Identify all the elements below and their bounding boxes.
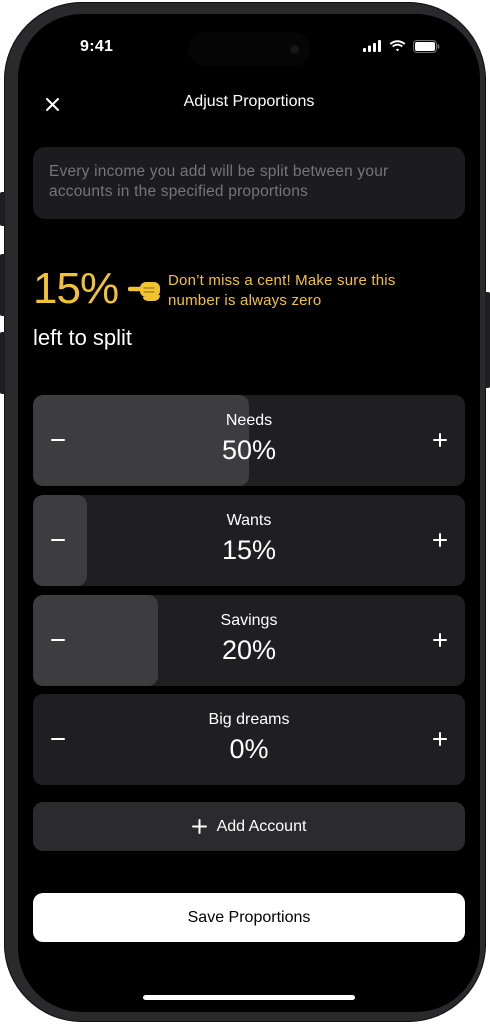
plus-icon [433, 732, 447, 746]
power-button [485, 292, 490, 388]
plus-icon [433, 533, 447, 547]
account-slider-wants[interactable]: Wants 15% [33, 495, 465, 586]
plus-icon [433, 433, 447, 447]
home-indicator [143, 995, 355, 1000]
remaining-hint: Don’t miss a cent! Make sure this number… [168, 272, 396, 309]
info-card: Every income you add will be split betwe… [33, 147, 465, 219]
remaining-percent: 15% [33, 264, 119, 313]
phone-frame: 9:41 Adjust Proportions Every income you… [0, 2, 490, 1022]
increase-button[interactable] [425, 525, 455, 555]
account-name: Needs [225, 412, 273, 429]
account-slider-savings[interactable]: Savings 20% [33, 595, 465, 686]
account-percent: 15% [221, 535, 277, 565]
page-title: Adjust Proportions [183, 93, 315, 110]
increase-button[interactable] [425, 425, 455, 455]
increase-button[interactable] [425, 724, 455, 754]
cellular-signal-icon [363, 40, 381, 52]
app-screen: 9:41 Adjust Proportions Every income you… [18, 14, 480, 1012]
remaining-label: left to split [33, 325, 133, 350]
add-account-button[interactable]: Add Account [33, 802, 465, 851]
camera-icon [290, 45, 299, 54]
plus-icon [433, 633, 447, 647]
account-percent: 20% [221, 635, 277, 665]
account-percent: 0% [229, 734, 269, 764]
add-account-label: Add Account [216, 817, 307, 835]
account-slider-big-dreams[interactable]: Big dreams 0% [33, 694, 465, 785]
status-icons [363, 38, 440, 54]
account-slider-needs[interactable]: Needs 50% [33, 395, 465, 486]
status-time: 9:41 [80, 38, 114, 55]
save-proportions-label: Save Proportions [187, 908, 311, 926]
pointing-hand-icon [128, 282, 160, 301]
volume-up-button [0, 254, 5, 316]
info-text: Every income you add will be split betwe… [49, 163, 389, 200]
wifi-icon [389, 40, 406, 52]
silent-switch [0, 192, 5, 226]
account-name: Wants [226, 512, 272, 529]
plus-icon [191, 819, 207, 834]
account-name: Big dreams [208, 711, 290, 728]
account-name: Savings [220, 612, 278, 629]
battery-icon [413, 39, 440, 53]
volume-down-button [0, 332, 5, 394]
account-percent: 50% [221, 435, 277, 465]
save-proportions-button[interactable]: Save Proportions [33, 893, 465, 942]
increase-button[interactable] [425, 625, 455, 655]
